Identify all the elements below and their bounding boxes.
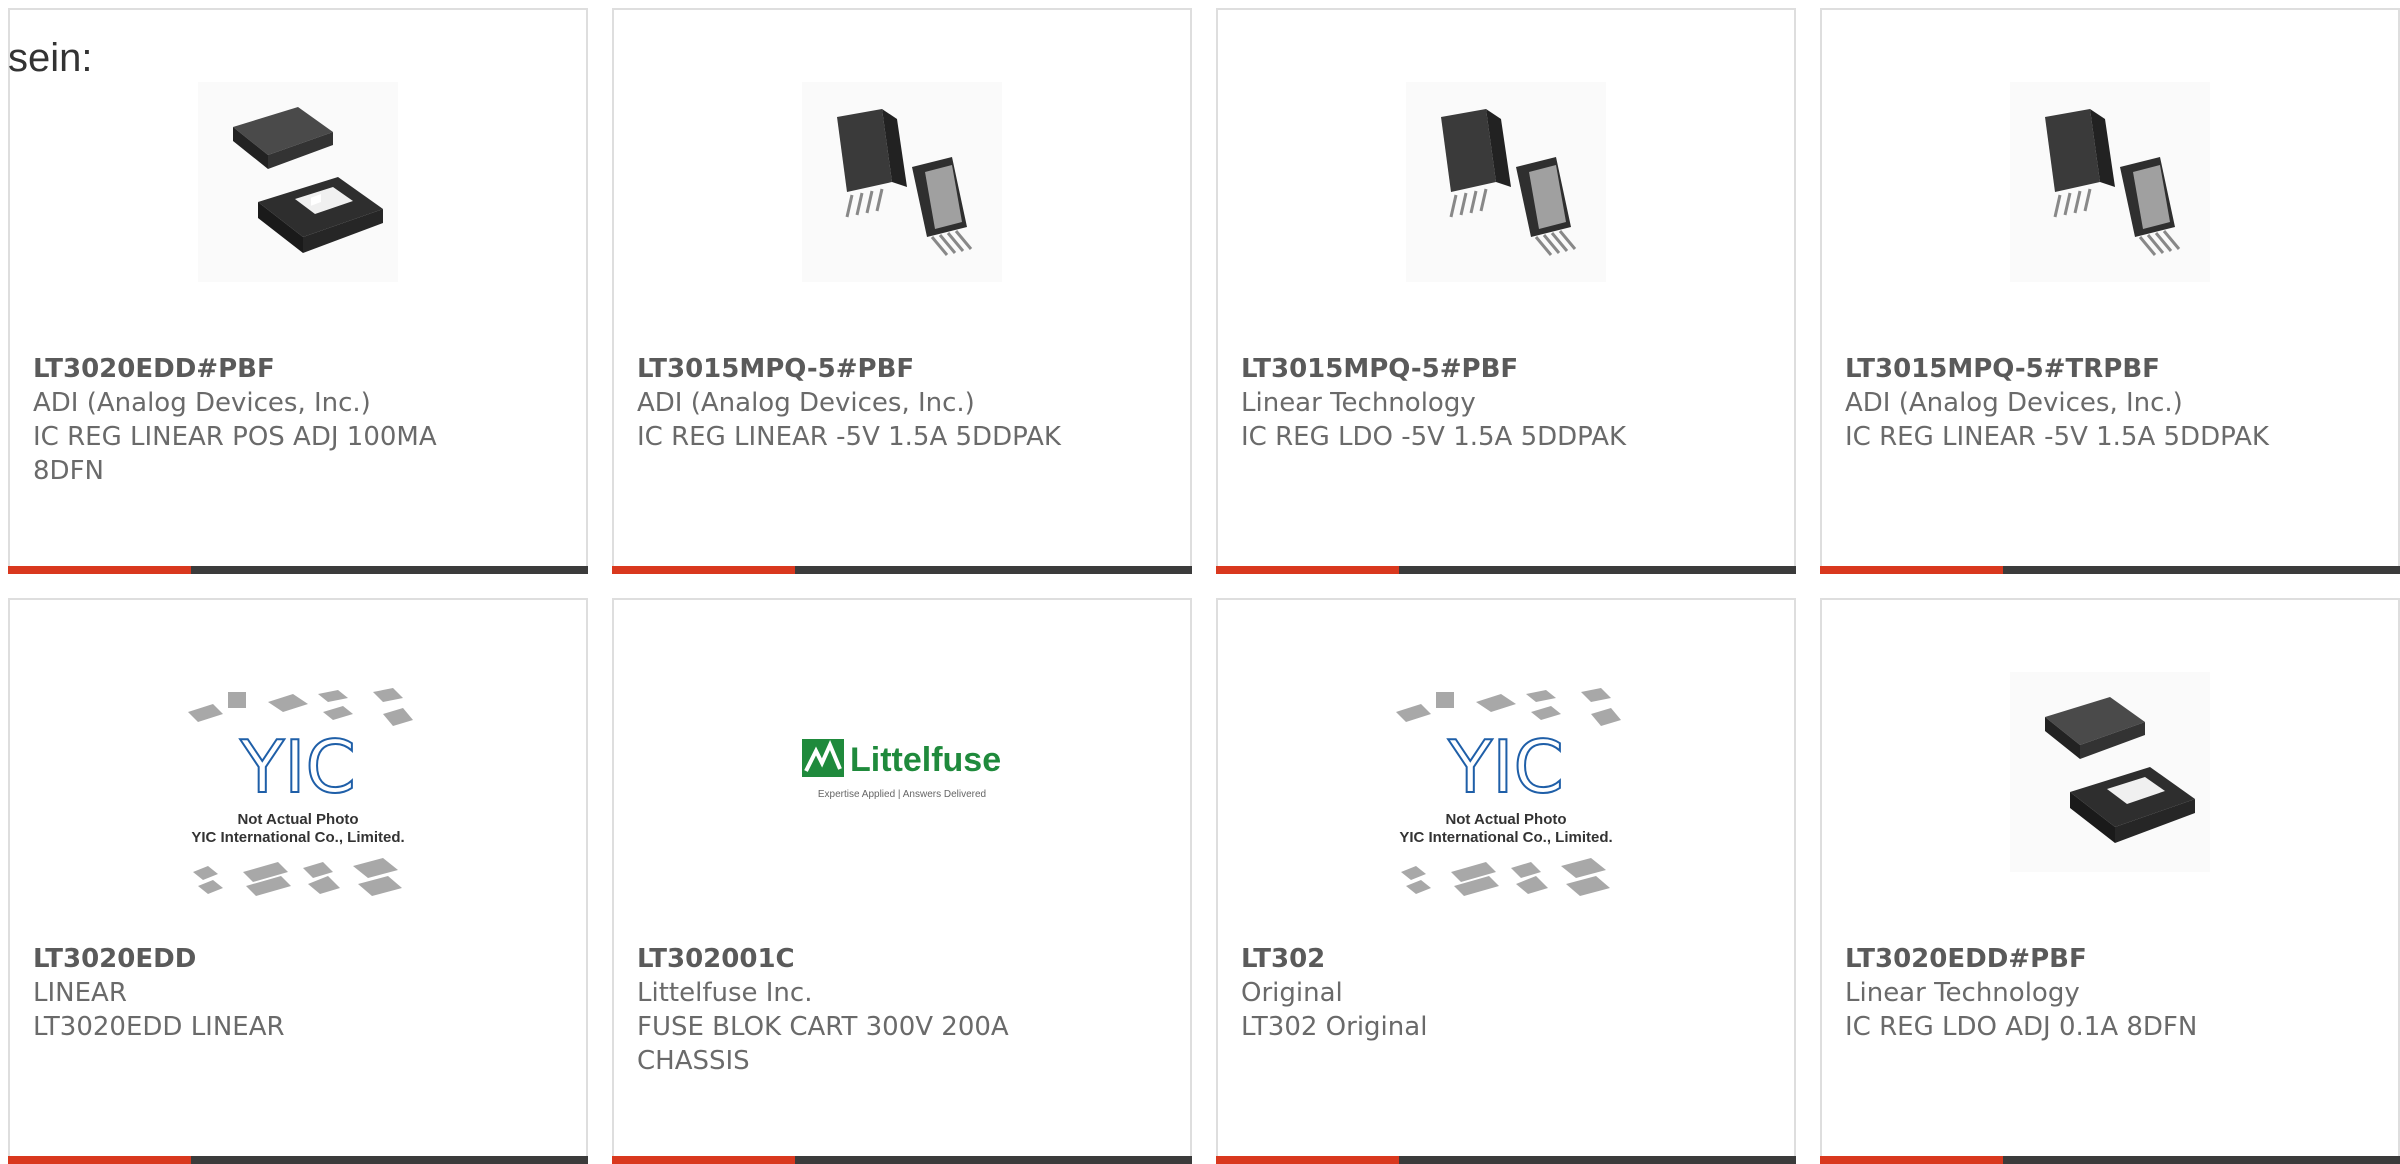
description: IC REG LDO ADJ 0.1A 8DFN [1845, 1012, 2198, 1042]
dfn-chip-icon[interactable] [198, 82, 398, 282]
part-number[interactable]: LT3015MPQ-5#TRPBF [1845, 352, 2285, 386]
part-number[interactable]: LT3020EDD#PBF [1845, 942, 2285, 976]
part-number[interactable]: LT302 [1241, 942, 1681, 976]
card-bar [612, 566, 1192, 574]
ddpak-chip-icon[interactable] [802, 82, 1002, 282]
product-card[interactable]: LT3015MPQ-5#PBF ADI (Analog Devices, Inc… [612, 8, 1192, 574]
part-number[interactable]: LT3015MPQ-5#PBF [637, 352, 1077, 386]
ddpak-chip-icon[interactable] [1406, 82, 1606, 282]
dfn-chip-icon[interactable] [2010, 672, 2210, 872]
card-bar [1216, 566, 1796, 574]
card-bar [8, 1156, 588, 1164]
ddpak-chip-icon[interactable] [2010, 82, 2210, 282]
image-caption: YIC International Co., Limited. [1399, 829, 1612, 846]
description: IC REG LINEAR POS ADJ 100MA 8DFN [33, 422, 437, 486]
image-caption: Not Actual Photo [237, 811, 358, 828]
card-bar [612, 1156, 1192, 1164]
manufacturer: Littelfuse Inc. [637, 978, 813, 1008]
product-info: LT302001C Littelfuse Inc. FUSE BLOK CART… [637, 942, 1077, 1078]
manufacturer: ADI (Analog Devices, Inc.) [33, 388, 371, 418]
product-info: LT3015MPQ-5#TRPBF ADI (Analog Devices, I… [1845, 352, 2285, 454]
product-info: LT3015MPQ-5#PBF Linear Technology IC REG… [1241, 352, 1681, 454]
description: LT3020EDD LINEAR [33, 1012, 285, 1042]
littelfuse-logo-text: Littelfuse [850, 741, 1001, 779]
yic-placeholder-image[interactable]: YIC Not Actual Photo YIC International C… [168, 672, 428, 912]
littelfuse-logo[interactable]: Littelfuse Expertise Applied | Answers D… [792, 710, 1012, 830]
card-bar-accent [612, 1156, 795, 1164]
yic-placeholder-image[interactable]: YIC Not Actual Photo YIC International C… [1376, 672, 1636, 912]
product-card[interactable]: Littelfuse Expertise Applied | Answers D… [612, 598, 1192, 1164]
product-info: LT3020EDD#PBF Linear Technology IC REG L… [1845, 942, 2285, 1044]
image-caption: YIC International Co., Limited. [191, 829, 404, 846]
yic-logo-text: YIC [1447, 725, 1564, 809]
product-card[interactable]: LT3015MPQ-5#TRPBF ADI (Analog Devices, I… [1820, 8, 2400, 574]
product-card[interactable]: LT3020EDD#PBF ADI (Analog Devices, Inc.)… [8, 8, 588, 574]
card-bar-accent [1820, 566, 2003, 574]
product-card[interactable]: YIC Not Actual Photo YIC International C… [1216, 598, 1796, 1164]
product-info: LT3020EDD LINEAR LT3020EDD LINEAR [33, 942, 473, 1044]
part-number[interactable]: LT302001C [637, 942, 1077, 976]
product-grid: LT3020EDD#PBF ADI (Analog Devices, Inc.)… [0, 0, 2400, 1164]
manufacturer: Original [1241, 978, 1343, 1008]
part-number[interactable]: LT3020EDD [33, 942, 473, 976]
description: IC REG LINEAR -5V 1.5A 5DDPAK [637, 422, 1061, 452]
description: FUSE BLOK CART 300V 200A CHASSIS [637, 1012, 1009, 1076]
description: LT302 Original [1241, 1012, 1428, 1042]
manufacturer: Linear Technology [1845, 978, 2080, 1008]
card-bar [1820, 1156, 2400, 1164]
manufacturer: ADI (Analog Devices, Inc.) [1845, 388, 2183, 418]
yic-logo-text: YIC [239, 725, 356, 809]
part-number[interactable]: LT3020EDD#PBF [33, 352, 473, 386]
manufacturer: ADI (Analog Devices, Inc.) [637, 388, 975, 418]
product-card[interactable]: LT3020EDD#PBF Linear Technology IC REG L… [1820, 598, 2400, 1164]
manufacturer: Linear Technology [1241, 388, 1476, 418]
card-bar-accent [1216, 1156, 1399, 1164]
description: IC REG LDO -5V 1.5A 5DDPAK [1241, 422, 1627, 452]
product-info: LT3015MPQ-5#PBF ADI (Analog Devices, Inc… [637, 352, 1077, 454]
card-bar-accent [612, 566, 795, 574]
product-info: LT302 Original LT302 Original [1241, 942, 1681, 1044]
description: IC REG LINEAR -5V 1.5A 5DDPAK [1845, 422, 2269, 452]
card-bar [8, 566, 588, 574]
intro-text: sein: [8, 36, 93, 80]
product-info: LT3020EDD#PBF ADI (Analog Devices, Inc.)… [33, 352, 473, 488]
card-bar-accent [1820, 1156, 2003, 1164]
card-bar-accent [8, 1156, 191, 1164]
card-bar [1216, 1156, 1796, 1164]
card-bar-accent [1216, 566, 1399, 574]
image-caption: Not Actual Photo [1445, 811, 1566, 828]
manufacturer: LINEAR [33, 978, 127, 1008]
product-card[interactable]: LT3015MPQ-5#PBF Linear Technology IC REG… [1216, 8, 1796, 574]
part-number[interactable]: LT3015MPQ-5#PBF [1241, 352, 1681, 386]
card-bar [1820, 566, 2400, 574]
product-card[interactable]: YIC Not Actual Photo YIC International C… [8, 598, 588, 1164]
littelfuse-tagline: Expertise Applied | Answers Delivered [818, 789, 986, 800]
card-bar-accent [8, 566, 191, 574]
